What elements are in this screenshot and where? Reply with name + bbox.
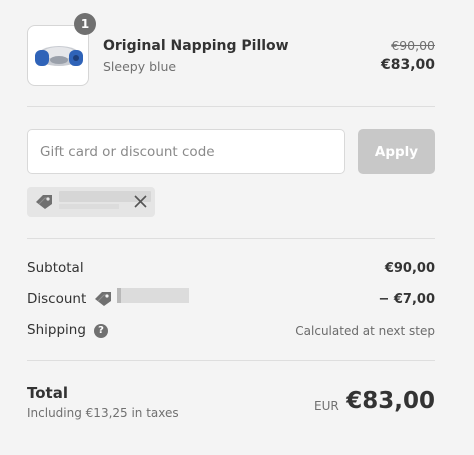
quantity-badge: 1 — [74, 13, 96, 35]
order-summary: 1 Original Napping Pillow Sleepy blue €9… — [0, 0, 474, 455]
divider — [27, 238, 435, 239]
shipping-value: Calculated at next step — [295, 324, 435, 338]
divider — [27, 360, 435, 361]
subtotal-value: €90,00 — [384, 261, 435, 276]
tag-icon — [95, 292, 111, 306]
divider — [27, 106, 435, 107]
redacted-discount-code — [117, 288, 189, 303]
help-icon[interactable]: ? — [94, 324, 108, 338]
line-item: 1 Original Napping Pillow Sleepy blue €9… — [27, 13, 435, 86]
close-icon[interactable] — [132, 193, 149, 210]
applied-discount-chip — [27, 187, 155, 217]
discounted-price: €83,00 — [380, 57, 435, 73]
apply-button[interactable]: Apply — [358, 129, 435, 174]
total-label: Total — [27, 384, 68, 402]
pillow-product-image — [35, 46, 83, 66]
tag-icon — [36, 195, 52, 209]
discount-value: − €7,00 — [378, 292, 435, 307]
redacted-code-shadow — [59, 204, 119, 209]
currency-code: EUR — [314, 399, 339, 413]
shipping-label: Shipping — [27, 322, 86, 338]
subtotal-label: Subtotal — [27, 260, 84, 276]
total-amount: €83,00 — [346, 388, 435, 414]
product-thumbnail — [27, 25, 89, 86]
product-name: Original Napping Pillow — [103, 38, 289, 54]
discount-label: Discount — [27, 291, 87, 307]
product-variant: Sleepy blue — [103, 59, 177, 74]
original-price: €90,00 — [391, 38, 435, 53]
tax-note: Including €13,25 in taxes — [27, 406, 179, 420]
discount-code-input[interactable] — [27, 129, 345, 174]
